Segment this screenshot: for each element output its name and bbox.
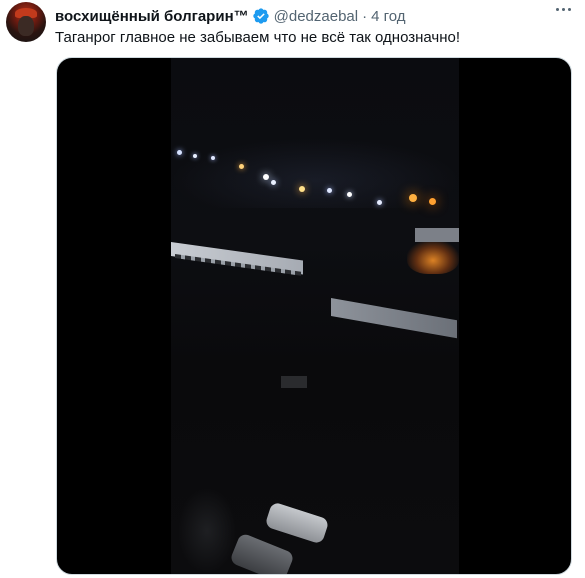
user-handle[interactable]: @dedzaebal — [274, 8, 358, 25]
separator-dot: · — [362, 7, 368, 25]
tweet-text: Таганрог главное не забываем что не всё … — [55, 29, 461, 46]
city-light — [327, 188, 332, 193]
city-light — [239, 164, 244, 169]
tree-silhouette — [177, 488, 237, 574]
more-options-icon[interactable] — [556, 8, 571, 11]
city-light — [409, 194, 417, 202]
tweet[interactable]: восхищённый болгарин™ @dedzaebal · 4 год… — [0, 0, 585, 578]
video-player[interactable] — [56, 57, 572, 575]
city-light — [193, 154, 197, 158]
city-light — [377, 200, 382, 205]
factory-glow — [407, 240, 459, 274]
avatar-face-shape — [18, 16, 34, 36]
video-frame — [171, 58, 459, 574]
display-name[interactable]: восхищённый болгарин™ — [55, 8, 249, 25]
city-light — [211, 156, 215, 160]
city-light — [429, 198, 436, 205]
city-light — [299, 186, 305, 192]
long-building-2 — [331, 298, 457, 339]
parked-car — [264, 501, 330, 545]
avatar[interactable] — [6, 2, 46, 42]
timestamp[interactable]: 4 год — [371, 8, 405, 25]
city-light — [271, 180, 276, 185]
verified-badge-icon — [252, 7, 270, 25]
city-light — [347, 192, 352, 197]
parked-car — [229, 532, 295, 574]
city-light — [263, 174, 269, 180]
city-light — [177, 150, 182, 155]
ground-structure — [281, 376, 307, 388]
factory-building — [415, 228, 459, 242]
tweet-header: восхищённый болгарин™ @dedzaebal · 4 год — [55, 6, 406, 26]
